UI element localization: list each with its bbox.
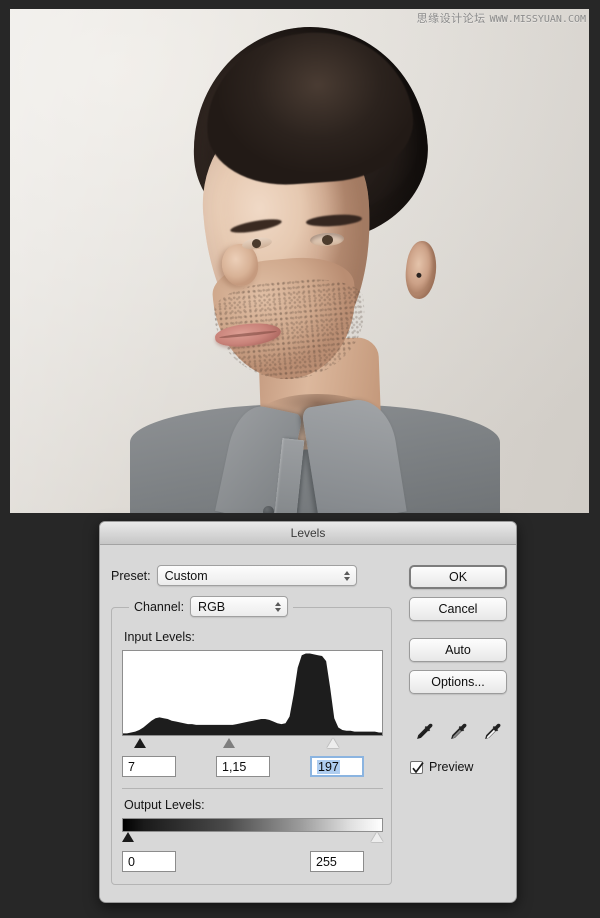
preview-checkbox[interactable] [410, 760, 424, 774]
channel-label: Channel: [134, 599, 185, 614]
eyedropper-tools [415, 720, 505, 746]
preview-checkbox-row[interactable]: Preview [410, 760, 473, 774]
histogram-chart[interactable] [122, 650, 383, 736]
auto-button[interactable]: Auto [409, 638, 507, 662]
chevron-updown-icon [343, 570, 350, 581]
output-black-value: 0 [128, 854, 135, 869]
input-black-point-handle[interactable] [134, 738, 146, 748]
auto-button-label: Auto [445, 643, 471, 657]
checkmark-icon [412, 761, 424, 773]
input-levels-label: Input Levels: [124, 630, 195, 644]
output-white-field[interactable]: 255 [310, 851, 364, 872]
output-levels-slider[interactable] [122, 832, 383, 846]
input-gamma-value: 1,15 [222, 759, 247, 774]
input-levels-slider[interactable] [122, 738, 383, 752]
input-white-field[interactable]: 197 [310, 756, 364, 777]
photo-shirt-button [263, 506, 274, 513]
input-gamma-field[interactable]: 1,15 [216, 756, 270, 777]
channel-select[interactable]: RGB [190, 596, 289, 617]
watermark-forum: 思缘设计论坛 [416, 12, 486, 25]
cancel-button[interactable]: Cancel [409, 597, 507, 621]
preset-label: Preset: [111, 568, 151, 583]
output-levels-gradient [122, 818, 383, 832]
preset-select[interactable]: Custom [156, 565, 357, 586]
preview-label: Preview [429, 760, 474, 774]
dialog-titlebar[interactable]: Levels [100, 522, 516, 545]
ok-button[interactable]: OK [409, 565, 507, 589]
input-white-value: 197 [317, 759, 340, 774]
watermark-url: WWW.MISSYUAN.COM [489, 14, 586, 25]
output-levels-label: Output Levels: [124, 798, 205, 812]
input-levels-group: Channel: RGB Input Levels: 7 1,15 197 Ou… [111, 596, 392, 885]
set-black-point-eyedropper-icon[interactable] [415, 722, 435, 744]
channel-value: RGB [198, 599, 226, 614]
set-white-point-eyedropper-icon[interactable] [483, 722, 503, 744]
dialog-title: Levels [290, 526, 326, 540]
group-divider [122, 788, 383, 789]
options-button-label: Options... [431, 675, 485, 689]
photo-image [10, 9, 589, 513]
dialog-body: Preset: Custom Channel: RGB Input Levels… [100, 545, 516, 902]
input-white-point-handle[interactable] [327, 738, 339, 748]
input-midtone-handle[interactable] [223, 738, 235, 748]
preset-value: Custom [164, 568, 208, 583]
levels-dialog: Levels Preset: Custom Channel: RGB Input… [99, 521, 517, 903]
chevron-updown-icon [275, 601, 282, 612]
output-black-field[interactable]: 0 [122, 851, 176, 872]
output-white-point-handle[interactable] [371, 832, 383, 842]
channel-row: Channel: RGB [129, 596, 294, 617]
input-black-value: 7 [128, 759, 135, 774]
watermark: 思缘设计论坛 WWW.MISSYUAN.COM [417, 10, 586, 26]
preset-row: Preset: Custom [111, 565, 357, 586]
ok-button-label: OK [448, 570, 468, 584]
options-button[interactable]: Options... [409, 670, 507, 694]
output-black-point-handle[interactable] [122, 832, 134, 842]
set-gray-point-eyedropper-icon[interactable] [449, 722, 469, 744]
histogram-plot [123, 653, 382, 735]
cancel-button-label: Cancel [438, 602, 478, 616]
input-black-field[interactable]: 7 [122, 756, 176, 777]
output-white-value: 255 [316, 854, 337, 869]
